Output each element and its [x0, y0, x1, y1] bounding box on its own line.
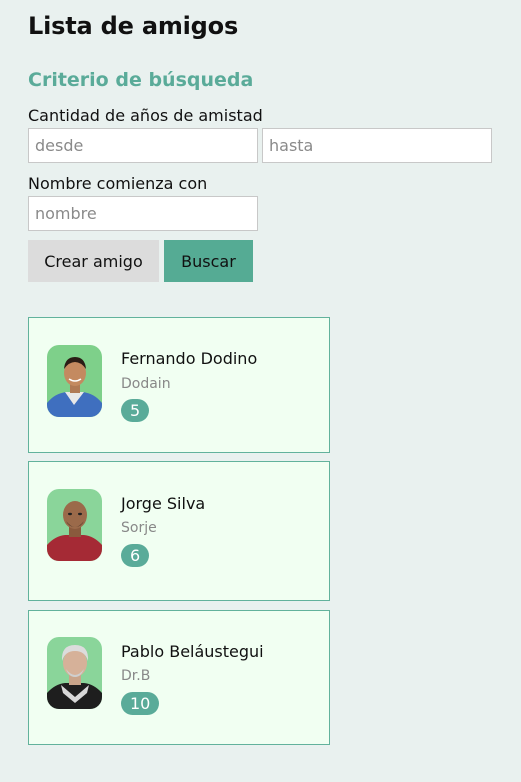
search-criteria-heading: Criterio de búsqueda — [28, 69, 254, 91]
friendship-years-badge: 6 — [121, 544, 150, 567]
friend-card[interactable]: Fernando Dodino Dodain 5 — [28, 317, 330, 453]
person-photo-avatar-icon — [47, 345, 102, 417]
avatar — [47, 637, 102, 709]
avatar — [47, 345, 102, 417]
friend-name: Jorge Silva — [121, 494, 206, 513]
friend-card[interactable]: Jorge Silva Sorje 6 — [28, 461, 330, 601]
friend-nickname: Dr.B — [121, 668, 151, 684]
friend-name: Fernando Dodino — [121, 349, 258, 368]
search-button[interactable]: Buscar — [164, 240, 253, 282]
name-label: Nombre comienza con — [28, 174, 208, 193]
friend-card[interactable]: Pablo Beláustegui Dr.B 10 — [28, 610, 330, 745]
friendship-years-badge: 5 — [121, 399, 150, 422]
years-label: Cantidad de años de amistad — [28, 106, 263, 125]
name-input[interactable] — [28, 196, 258, 231]
years-to-input[interactable] — [262, 128, 492, 163]
friend-name: Pablo Beláustegui — [121, 642, 264, 661]
friendship-years-badge: 10 — [121, 692, 160, 715]
friend-nickname: Dodain — [121, 376, 171, 392]
person-photo-avatar-icon — [47, 489, 102, 561]
years-from-input[interactable] — [28, 128, 258, 163]
friend-nickname: Sorje — [121, 520, 157, 536]
avatar — [47, 489, 102, 561]
create-friend-button[interactable]: Crear amigo — [28, 240, 159, 282]
page-title: Lista de amigos — [28, 12, 239, 40]
person-photo-avatar-icon — [47, 637, 102, 709]
